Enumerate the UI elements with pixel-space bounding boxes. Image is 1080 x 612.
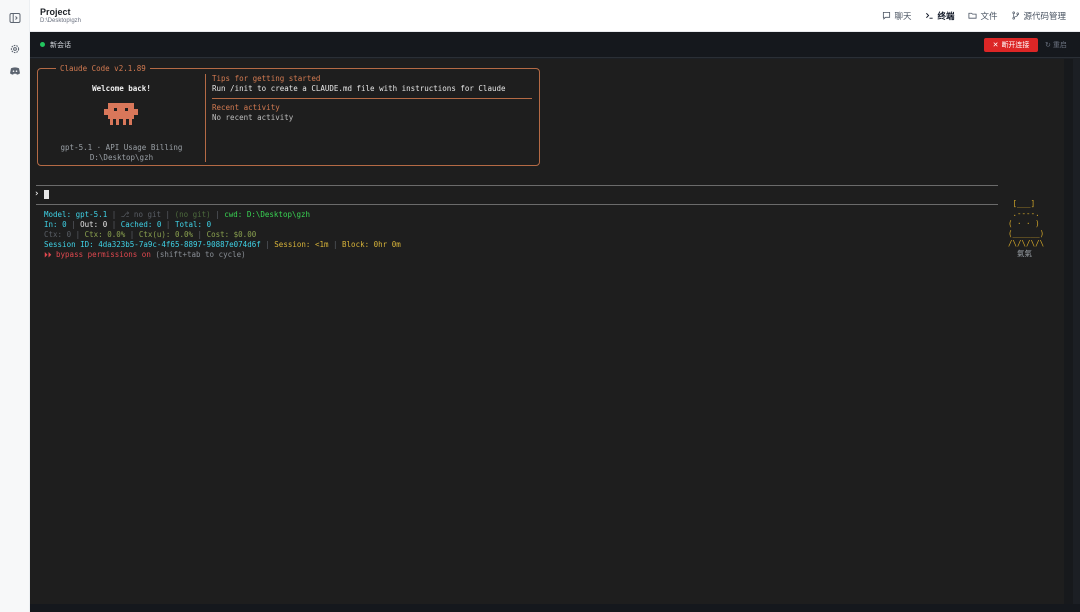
view-tabs: 聊天 终端 文件 源代码管理 [876,7,1072,25]
recent-activity-text: No recent activity [212,113,294,122]
terminal-bottom-bar [30,604,1080,612]
chat-icon [882,11,891,22]
terminal-icon [925,11,934,22]
disconnect-button[interactable]: ✕ 断开连接 [984,38,1038,52]
folder-icon [968,11,977,22]
tab-source-control[interactable]: 源代码管理 [1005,7,1072,25]
restart-button[interactable]: ↻ 重启 [1045,40,1067,50]
session-tab-label[interactable]: 新会话 [50,40,71,50]
claude-mascot-icon [102,101,140,133]
left-rail [0,0,30,612]
tips-separator [212,98,532,99]
recent-activity-heading: Recent activity [212,103,280,112]
text-cursor[interactable] [44,190,49,199]
tab-source-control-label: 源代码管理 [1023,11,1066,21]
sidebar-toggle-icon[interactable] [9,11,21,23]
discord-icon[interactable] [9,64,21,76]
settings-icon[interactable] [9,42,21,54]
ascii-pet: [___] .----.( · · ) (______)/\/\/\/\ 氣氣 [1008,199,1045,258]
refresh-icon: ↻ [1045,42,1051,49]
terminal-panel: 新会话 ✕ 断开连接 ↻ 重启 Claude Code v2.1.89 Welc… [30,32,1080,612]
model-billing-line: gpt-5.1 · API Usage Billing [60,143,183,152]
restart-button-label: 重启 [1052,42,1067,49]
tab-terminal[interactable]: 终端 [919,7,960,25]
tab-files-label: 文件 [980,11,998,21]
welcome-box-title: Claude Code v2.1.89 [56,64,150,73]
prompt-symbol: › [34,189,40,199]
tab-chat[interactable]: 聊天 [876,7,917,25]
welcome-box-divider [205,74,206,162]
statusline-row-4: Session ID: 4da323b5-7a9c-4f65-8897-9088… [44,240,401,249]
close-icon: ✕ [992,42,999,49]
statusline-row-2: In: 0 | Out: 0 | Cached: 0 | Total: 0 [44,220,212,229]
tips-text: Run /init to create a CLAUDE.md file wit… [212,84,506,93]
statusline-row-5: ⏵⏵ bypass permissions on (shift+tab to c… [44,250,246,259]
statusline-row-1: Model: gpt-5.1 | ⎇ no git | (no git) | c… [44,210,311,219]
tips-heading: Tips for getting started [212,74,321,83]
terminal-toolbar: 新会话 ✕ 断开连接 ↻ 重启 [30,32,1080,58]
welcome-box: Claude Code v2.1.89 Welcome back! gpt-5.… [37,64,540,166]
bypass-arrows-icon: ⏵⏵ [44,250,52,259]
statusline-row-3: Ctx: 0 | Ctx: 0.0% | Ctx(u): 0.0% | Cost… [44,230,257,239]
header-bar: Project D:\Desktop\gzh 聊天 终端 文件 源代码管理 [30,0,1080,32]
connection-status-dot [40,42,45,47]
prompt-bottom-rule [36,204,998,205]
terminal-screen[interactable]: Claude Code v2.1.89 Welcome back! gpt-5.… [30,59,1064,604]
disconnect-button-label: 断开连接 [1001,42,1030,49]
prompt-top-rule [36,185,998,186]
tab-chat-label: 聊天 [894,11,912,21]
terminal-scrollbar[interactable] [1064,59,1073,604]
welcome-cwd: D:\Desktop\gzh [89,153,154,162]
git-branch-icon [1011,11,1020,22]
tab-terminal-label: 终端 [937,11,955,21]
tab-files[interactable]: 文件 [962,7,1003,25]
project-path: D:\Desktop\gzh [40,18,82,24]
app-window: Project D:\Desktop\gzh 聊天 终端 文件 源代码管理 新会… [0,0,1080,612]
welcome-text: Welcome back! [92,84,151,93]
project-title: Project [40,7,71,17]
